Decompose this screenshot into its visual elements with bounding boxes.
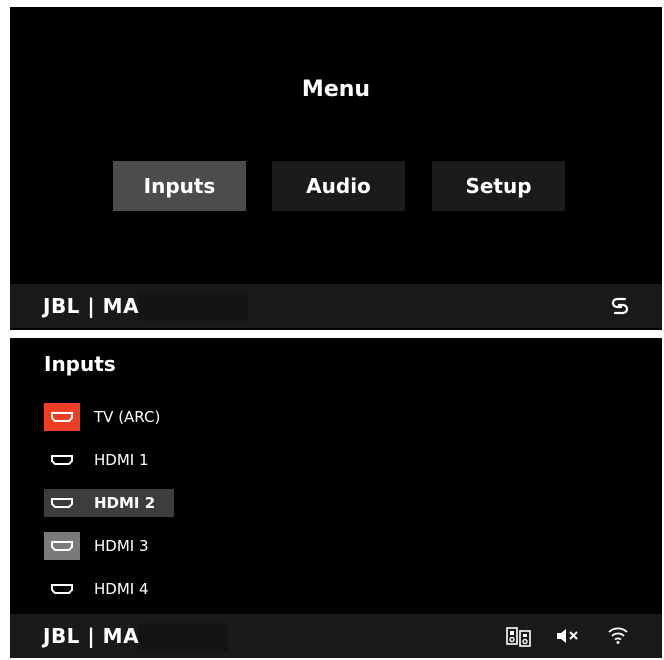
- hdmi-icon: [44, 575, 80, 603]
- mute-icon: [556, 628, 580, 644]
- link-icon: [610, 295, 630, 317]
- hdmi-icon: [44, 489, 80, 517]
- input-label: TV (ARC): [94, 408, 161, 426]
- audio-button[interactable]: Audio: [272, 161, 405, 211]
- menu-title: Menu: [301, 77, 371, 102]
- inputs-title: Inputs: [44, 352, 116, 376]
- menu-footer: JBL | MA: [10, 284, 662, 328]
- input-hdmi-2[interactable]: HDMI 2: [44, 489, 174, 517]
- input-hdmi-3[interactable]: HDMI 3: [44, 532, 149, 560]
- input-hdmi-1[interactable]: HDMI 1: [44, 446, 149, 474]
- footer-shade: [138, 293, 248, 321]
- input-label: HDMI 1: [94, 451, 149, 469]
- brand-label: JBL | MA: [43, 624, 140, 648]
- footer-shade: [138, 623, 228, 651]
- input-label: HDMI 3: [94, 537, 149, 555]
- input-label: HDMI 2: [94, 494, 156, 512]
- speakers-icon: [506, 627, 532, 647]
- inputs-screen: Inputs TV (ARC) HDMI 1 HDMI 2 HDMI 3 HDM…: [10, 338, 662, 658]
- input-tv-arc[interactable]: TV (ARC): [44, 403, 160, 431]
- brand-label: JBL | MA: [43, 294, 140, 318]
- inputs-button[interactable]: Inputs: [113, 161, 246, 211]
- inputs-footer: JBL | MA: [10, 614, 662, 658]
- input-label: HDMI 4: [94, 580, 149, 598]
- hdmi-icon: [44, 446, 80, 474]
- menu-screen: Menu Inputs Audio Setup JBL | MA: [10, 7, 662, 330]
- wifi-icon: [607, 625, 629, 645]
- hdmi-icon: [44, 532, 80, 560]
- input-hdmi-4[interactable]: HDMI 4: [44, 575, 149, 603]
- setup-button[interactable]: Setup: [432, 161, 565, 211]
- hdmi-icon: [44, 403, 80, 431]
